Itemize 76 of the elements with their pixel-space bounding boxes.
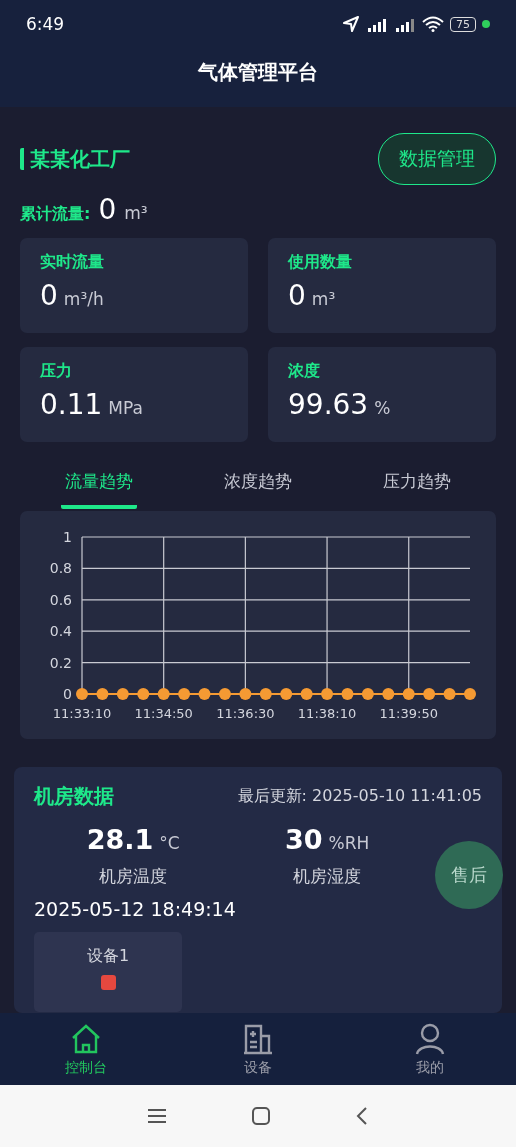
location-icon (342, 15, 360, 33)
data-point (382, 688, 395, 700)
y-tick-label: 0.6 (49, 591, 72, 608)
unit-label: °C (159, 833, 180, 853)
data-point (137, 688, 150, 700)
x-tick-label: 11:33:10 (52, 706, 112, 721)
data-point (321, 688, 334, 700)
data-point (157, 688, 170, 700)
data-point (423, 688, 436, 700)
unit-label: MPa (108, 398, 143, 418)
last-update-text: 最后更新: 2025-05-10 11:41:05 (237, 786, 482, 807)
trend-tab[interactable]: 浓度趋势 (220, 464, 296, 509)
trend-tab[interactable]: 压力趋势 (378, 464, 455, 509)
unit-label: % (374, 398, 391, 418)
unit-label: m³ (311, 289, 336, 309)
room-data-title: 机房数据 (34, 783, 114, 810)
data-management-button[interactable]: 数据管理 (378, 133, 496, 185)
y-tick-label: 0.2 (49, 654, 72, 671)
wifi-icon (422, 16, 444, 32)
data-point (178, 688, 191, 700)
metric-value: 99.63 (288, 388, 369, 421)
metric-label: 使用数量 (288, 252, 353, 273)
data-point (239, 688, 252, 700)
battery-level: 75 (450, 16, 476, 32)
metric-value: 0 (40, 279, 58, 312)
reading-value: 30 (285, 824, 323, 855)
data-point (464, 688, 476, 700)
metric-label: 压力 (40, 361, 73, 382)
signal-icon (394, 16, 416, 32)
status-dot (482, 20, 490, 28)
nav-item[interactable]: 设备 (172, 1013, 344, 1085)
data-point (361, 688, 374, 700)
signal-icon (366, 16, 388, 32)
reading-label: 机房温度 (99, 865, 168, 888)
y-tick-label: 0.4 (49, 623, 72, 640)
reading-label: 机房湿度 (293, 865, 362, 888)
y-tick-label: 0 (63, 686, 72, 702)
y-tick-label: 1 (63, 529, 72, 545)
x-tick-label: 11:39:50 (379, 706, 438, 721)
user-icon (413, 1021, 447, 1056)
data-point (116, 688, 129, 700)
total-flow-label: 累计流量: (20, 204, 91, 225)
device-card[interactable]: 设备1 (34, 932, 182, 1012)
factory-name: 某某化工厂 (20, 148, 130, 170)
metric-value: 0.11 (40, 388, 103, 421)
data-point (443, 688, 456, 700)
nav-item[interactable]: 我的 (344, 1013, 516, 1085)
status-time: 6:49 (26, 14, 65, 34)
data-point (280, 688, 293, 700)
unit-label: m³/h (63, 289, 104, 309)
data-point (218, 688, 231, 700)
device-name: 设备1 (86, 946, 130, 967)
menu-icon[interactable] (147, 1108, 167, 1124)
back-icon[interactable] (355, 1106, 369, 1126)
y-tick-label: 0.8 (49, 560, 72, 577)
unit-label: m³ (124, 203, 148, 223)
metric-value: 0 (288, 279, 306, 312)
nav-item[interactable]: 控制台 (0, 1013, 172, 1085)
home-square-icon[interactable] (251, 1106, 271, 1126)
data-point (259, 688, 272, 700)
x-tick-label: 11:38:10 (297, 706, 357, 721)
data-point (402, 688, 415, 700)
unit-label: %RH (328, 833, 370, 853)
data-point (341, 688, 354, 700)
data-point (300, 688, 313, 700)
x-tick-label: 11:34:50 (134, 706, 193, 721)
reading-value: 28.1 (86, 824, 154, 855)
data-point (96, 688, 109, 700)
app-title: 气体管理平台 (197, 59, 319, 86)
data-point (76, 688, 88, 700)
metric-label: 浓度 (288, 361, 321, 382)
metric-label: 实时流量 (40, 252, 105, 273)
total-flow-value: 0 (98, 193, 117, 226)
data-point (198, 688, 211, 700)
x-tick-label: 11:36:30 (216, 706, 275, 721)
timestamp: 2025-05-12 18:49:14 (34, 898, 237, 920)
